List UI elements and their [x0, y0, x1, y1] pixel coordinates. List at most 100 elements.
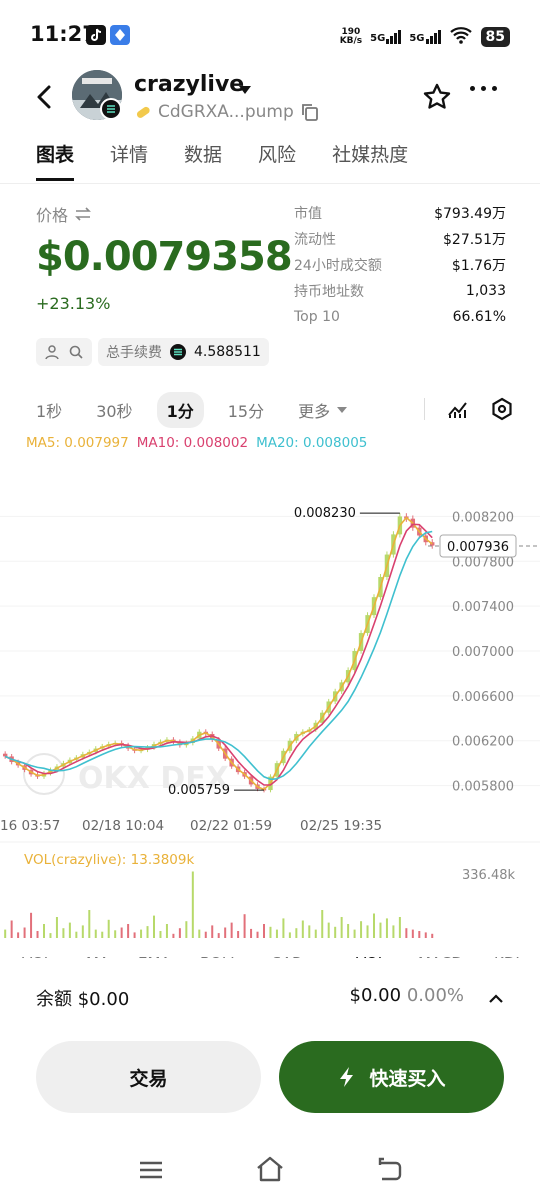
volume-bar: [127, 924, 130, 938]
y-tick-label: 0.007000: [452, 645, 514, 660]
volume-bar: [49, 933, 52, 938]
volume-bar: [36, 931, 39, 938]
tab-details[interactable]: 详情: [110, 140, 148, 181]
volume-bar: [398, 917, 401, 938]
volume-bar: [211, 925, 214, 938]
solana-icon: [170, 344, 186, 360]
volume-bar: [17, 932, 20, 938]
indicator-tab[interactable]: BOLL: [200, 954, 239, 958]
indicator-tab[interactable]: SAR: [272, 954, 302, 958]
volume-bar: [146, 926, 149, 938]
high-label: 0.008230: [294, 506, 356, 521]
volume-bar: [327, 922, 330, 938]
volume-bar: [165, 924, 168, 938]
stat-market-cap: 市值 $793.49万: [294, 206, 506, 222]
chevron-up-icon: [489, 994, 503, 1003]
indicator-tab[interactable]: VOL: [22, 954, 53, 958]
y-tick-label: 0.006600: [452, 690, 514, 705]
contract-address: CdGRXA...pump: [158, 102, 294, 122]
pill-icon: [136, 106, 150, 118]
indicator-button[interactable]: [446, 397, 470, 425]
home-button[interactable]: [255, 1155, 285, 1187]
volume-bar: [373, 913, 375, 938]
chart-settings-button[interactable]: [490, 397, 514, 425]
price-chart[interactable]: 0.008200 0.007800 0.007400 0.007000 0.006600…: [0, 458, 540, 958]
token-switch-dropdown[interactable]: [238, 80, 252, 99]
tab-social[interactable]: 社媒热度: [332, 140, 408, 181]
recent-apps-button[interactable]: [138, 1160, 164, 1184]
balance-label: 余额: [36, 989, 72, 1010]
indicator-tab[interactable]: EMA: [138, 954, 171, 958]
hexagon-settings-icon: [492, 397, 512, 421]
stat-liquidity: 流动性 $27.51万: [294, 232, 506, 248]
volume-bar: [353, 929, 356, 938]
quick-buy-button[interactable]: 快速买入: [279, 1041, 504, 1113]
caret-down-icon: [337, 407, 348, 413]
token-name[interactable]: crazylive: [134, 72, 244, 97]
volume-bar: [243, 914, 246, 938]
volume-bar: [224, 927, 227, 938]
volume-bar: [4, 929, 7, 938]
volume-bar: [120, 927, 123, 938]
volume-max-label: 336.48k: [462, 868, 515, 883]
volume-bar: [295, 928, 298, 938]
price-label-row[interactable]: 价格: [36, 202, 92, 226]
x-tick-label: 16 03:57: [0, 818, 60, 834]
indicator-tab[interactable]: MA: [86, 954, 110, 958]
volume-bar: [301, 920, 304, 938]
volume-bar: [340, 917, 343, 938]
interval-30s[interactable]: 30秒: [86, 392, 142, 428]
interval-15m[interactable]: 15分: [218, 392, 274, 428]
volume-bar: [275, 929, 278, 938]
swap-icon[interactable]: [74, 207, 92, 221]
interval-1m[interactable]: 1分: [156, 392, 204, 428]
back-button[interactable]: [30, 82, 60, 112]
volume-bar: [68, 922, 71, 938]
tabs-divider: [0, 183, 540, 184]
y-tick-label: 0.006200: [452, 735, 514, 750]
total-fee-chip[interactable]: 总手续费 4.588511: [98, 338, 269, 366]
indicator-tab[interactable]: VOL: [356, 954, 387, 958]
current-price: $0.0079358: [36, 234, 293, 280]
copy-icon[interactable]: [300, 102, 320, 122]
back-arrow-icon: [378, 1157, 402, 1181]
volume-bar: [314, 929, 317, 938]
expand-balance-button[interactable]: [488, 989, 504, 1010]
system-back-button[interactable]: [376, 1155, 404, 1187]
token-stats: 市值 $793.49万 流动性 $27.51万 24小时成交额 $1.76万 持币地址…: [294, 200, 506, 330]
trade-button[interactable]: 交易: [36, 1041, 261, 1113]
y-tick-label: 0.008200: [452, 510, 514, 525]
volume-bar: [191, 871, 194, 938]
system-nav-bar: [0, 1140, 540, 1200]
volume-bar: [282, 918, 285, 938]
status-bar: 11:27 190 KB/s 5G 5G 85: [0, 0, 540, 70]
app-notification-icon: [110, 25, 130, 45]
interval-more-dropdown[interactable]: 更多: [288, 392, 358, 428]
volume-bar: [140, 929, 143, 938]
holder-search-chip[interactable]: [36, 338, 92, 366]
volume-bar: [347, 924, 350, 938]
indicator-tab[interactable]: KDJ: [494, 954, 520, 958]
volume-bar: [379, 922, 382, 938]
ma-legend: MA5: 0.007997 MA10: 0.008002 MA20: 0.008…: [26, 435, 367, 451]
balance-row[interactable]: 余额 $0.00 $0.00 0.00%: [36, 985, 504, 1011]
volume-bar: [94, 929, 97, 938]
volume-bar: [114, 930, 117, 938]
favorite-button[interactable]: [422, 82, 452, 116]
tab-chart[interactable]: 图表: [36, 140, 75, 181]
tab-data[interactable]: 数据: [184, 140, 222, 181]
current-price-label: 0.007936: [447, 540, 509, 555]
interval-1s[interactable]: 1秒: [26, 392, 72, 428]
volume-legend: VOL(crazylive): 13.3809k: [24, 852, 194, 868]
balance-amount: $0.00: [77, 989, 130, 1010]
x-tick-label: 02/25 19:35: [300, 818, 382, 834]
more-options-button[interactable]: [470, 86, 497, 91]
tab-risk[interactable]: 风险: [258, 140, 296, 181]
battery-icon: 85: [480, 27, 510, 47]
indicator-tab[interactable]: MACD: [418, 954, 463, 958]
volume-bar: [172, 933, 175, 938]
volume-bar: [360, 921, 363, 938]
volume-bar: [101, 931, 104, 938]
volume-bar: [411, 929, 414, 938]
volume-bar: [10, 920, 13, 938]
